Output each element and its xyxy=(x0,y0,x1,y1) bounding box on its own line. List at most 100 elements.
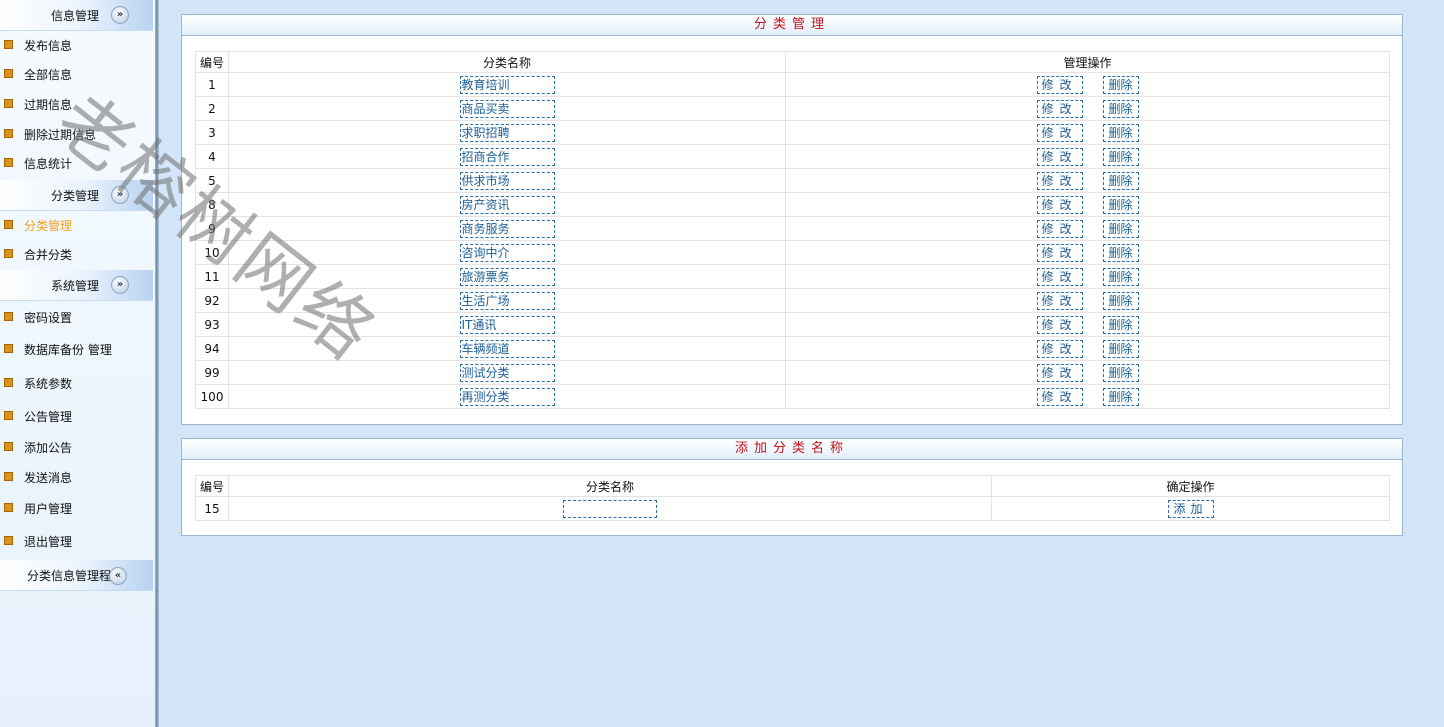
category-name-field[interactable]: 商品买卖 xyxy=(459,99,555,118)
category-panel: 分类管理 编号 分类名称 管理操作 1 教育培训 修改 删除 2 商品买卖 修改 删除 3 求职招… xyxy=(181,14,1403,425)
sidebar-item-expired[interactable]: 过期信息 xyxy=(0,94,150,114)
edit-button[interactable]: 修改 xyxy=(1036,315,1083,334)
sidebar-item-add-notice[interactable]: 添加公告 xyxy=(0,437,150,457)
category-name-field[interactable]: 招商合作 xyxy=(459,147,555,166)
sidebar: 信息管理 » 发布信息 全部信息 过期信息 删除过期信息 信息统计 分类管理 »… xyxy=(0,0,155,727)
delete-button[interactable]: 删除 xyxy=(1102,99,1139,118)
category-name-field[interactable]: 生活广场 xyxy=(459,291,555,310)
category-name-field[interactable]: 旅游票务 xyxy=(459,267,555,286)
operation-cell: 修改 删除 xyxy=(785,264,1390,289)
delete-button[interactable]: 删除 xyxy=(1102,171,1139,190)
table-header-row: 编号 分类名称 管理操作 xyxy=(195,51,1390,73)
sidebar-item-all-info[interactable]: 全部信息 xyxy=(0,64,150,84)
sidebar-item-send-message[interactable]: 发送消息 xyxy=(0,467,150,487)
category-name-field[interactable]: 房产资讯 xyxy=(459,195,555,214)
bullet-icon xyxy=(4,503,13,512)
bullet-icon xyxy=(4,220,13,229)
category-name-field[interactable]: 供求市场 xyxy=(459,171,555,190)
sidebar-item-user-manage[interactable]: 用户管理 xyxy=(0,498,150,518)
sidebar-item-publish[interactable]: 发布信息 xyxy=(0,35,150,55)
sidebar-item-label: 密码设置 xyxy=(24,311,73,325)
menu-header-program[interactable]: 分类信息管理程序 « xyxy=(0,560,153,591)
edit-button[interactable]: 修改 xyxy=(1036,363,1083,382)
sidebar-item-logout[interactable]: 退出管理 xyxy=(0,531,150,551)
collapse-icon[interactable]: » xyxy=(111,6,129,24)
edit-button[interactable]: 修改 xyxy=(1036,339,1083,358)
table-row: 94 车辆频道 修改 删除 xyxy=(195,336,1390,361)
delete-button[interactable]: 删除 xyxy=(1102,123,1139,142)
delete-button[interactable]: 删除 xyxy=(1102,75,1139,94)
menu-header-info[interactable]: 信息管理 » xyxy=(0,0,153,31)
menu-header-system[interactable]: 系统管理 » xyxy=(0,270,153,301)
row-id: 1 xyxy=(195,72,229,97)
bullet-icon xyxy=(4,472,13,481)
category-name-field[interactable]: 商务服务 xyxy=(459,219,555,238)
table-row: 92 生活广场 修改 删除 xyxy=(195,288,1390,313)
delete-button[interactable]: 删除 xyxy=(1102,243,1139,262)
edit-button[interactable]: 修改 xyxy=(1036,123,1083,142)
sidebar-item-label: 数据库备份 管理 xyxy=(24,343,112,357)
name-cell: 咨询中介 xyxy=(228,240,786,265)
add-button[interactable]: 添加 xyxy=(1167,499,1214,518)
sidebar-item-sys-params[interactable]: 系统参数 xyxy=(0,373,150,393)
category-name-field[interactable]: 咨询中介 xyxy=(459,243,555,262)
edit-button[interactable]: 修改 xyxy=(1036,75,1083,94)
sidebar-item-delete-expired[interactable]: 删除过期信息 xyxy=(0,124,150,144)
sidebar-item-label: 添加公告 xyxy=(24,441,73,455)
name-cell: 再测分类 xyxy=(228,384,786,409)
sidebar-item-stats[interactable]: 信息统计 xyxy=(0,153,150,173)
delete-button[interactable]: 删除 xyxy=(1102,315,1139,334)
row-id: 4 xyxy=(195,144,229,169)
category-name-input[interactable] xyxy=(563,499,657,518)
table-row: 15 添加 xyxy=(195,496,1390,521)
edit-button[interactable]: 修改 xyxy=(1036,267,1083,286)
edit-button[interactable]: 修改 xyxy=(1036,99,1083,118)
bullet-icon xyxy=(4,536,13,545)
delete-button[interactable]: 删除 xyxy=(1102,363,1139,382)
sidebar-item-password[interactable]: 密码设置 xyxy=(0,307,150,327)
collapse-icon[interactable]: « xyxy=(109,567,127,585)
sidebar-item-category-manage[interactable]: 分类管理 xyxy=(0,215,150,235)
delete-button[interactable]: 删除 xyxy=(1102,219,1139,238)
category-name-field[interactable]: 测试分类 xyxy=(459,363,555,382)
category-name-field[interactable]: 教育培训 xyxy=(459,75,555,94)
row-id: 15 xyxy=(195,496,229,521)
sidebar-item-label: 发送消息 xyxy=(24,471,73,485)
collapse-icon[interactable]: » xyxy=(111,186,129,204)
operation-cell: 修改 删除 xyxy=(785,312,1390,337)
operation-cell: 修改 删除 xyxy=(785,360,1390,385)
operation-cell: 修改 删除 xyxy=(785,96,1390,121)
row-id: 100 xyxy=(195,384,229,409)
sidebar-item-merge-category[interactable]: 合并分类 xyxy=(0,244,150,264)
sidebar-divider[interactable] xyxy=(155,0,159,727)
category-name-field[interactable]: 车辆频道 xyxy=(459,339,555,358)
collapse-icon[interactable]: » xyxy=(111,276,129,294)
delete-button[interactable]: 删除 xyxy=(1102,291,1139,310)
edit-button[interactable]: 修改 xyxy=(1036,291,1083,310)
edit-button[interactable]: 修改 xyxy=(1036,171,1083,190)
edit-button[interactable]: 修改 xyxy=(1036,195,1083,214)
edit-button[interactable]: 修改 xyxy=(1036,243,1083,262)
menu-header-category[interactable]: 分类管理 » xyxy=(0,180,153,211)
category-name-field[interactable]: IT通讯 xyxy=(459,315,555,334)
name-cell: 房产资讯 xyxy=(228,192,786,217)
delete-button[interactable]: 删除 xyxy=(1102,339,1139,358)
edit-button[interactable]: 修改 xyxy=(1036,387,1083,406)
bullet-icon xyxy=(4,249,13,258)
name-cell: 商品买卖 xyxy=(228,96,786,121)
sidebar-item-db-backup[interactable]: 数据库备份 管理 xyxy=(0,339,150,359)
category-name-field[interactable]: 求职招聘 xyxy=(459,123,555,142)
operation-cell: 修改 删除 xyxy=(785,192,1390,217)
delete-button[interactable]: 删除 xyxy=(1102,387,1139,406)
panel-title: 分类管理 xyxy=(182,15,1402,36)
delete-button[interactable]: 删除 xyxy=(1102,267,1139,286)
panel-title: 添加分类名称 xyxy=(182,439,1402,460)
delete-button[interactable]: 删除 xyxy=(1102,147,1139,166)
category-name-field[interactable]: 再测分类 xyxy=(459,387,555,406)
delete-button[interactable]: 删除 xyxy=(1102,195,1139,214)
edit-button[interactable]: 修改 xyxy=(1036,219,1083,238)
sidebar-item-notice-manage[interactable]: 公告管理 xyxy=(0,406,150,426)
operation-cell: 修改 删除 xyxy=(785,336,1390,361)
edit-button[interactable]: 修改 xyxy=(1036,147,1083,166)
bullet-icon xyxy=(4,158,13,167)
